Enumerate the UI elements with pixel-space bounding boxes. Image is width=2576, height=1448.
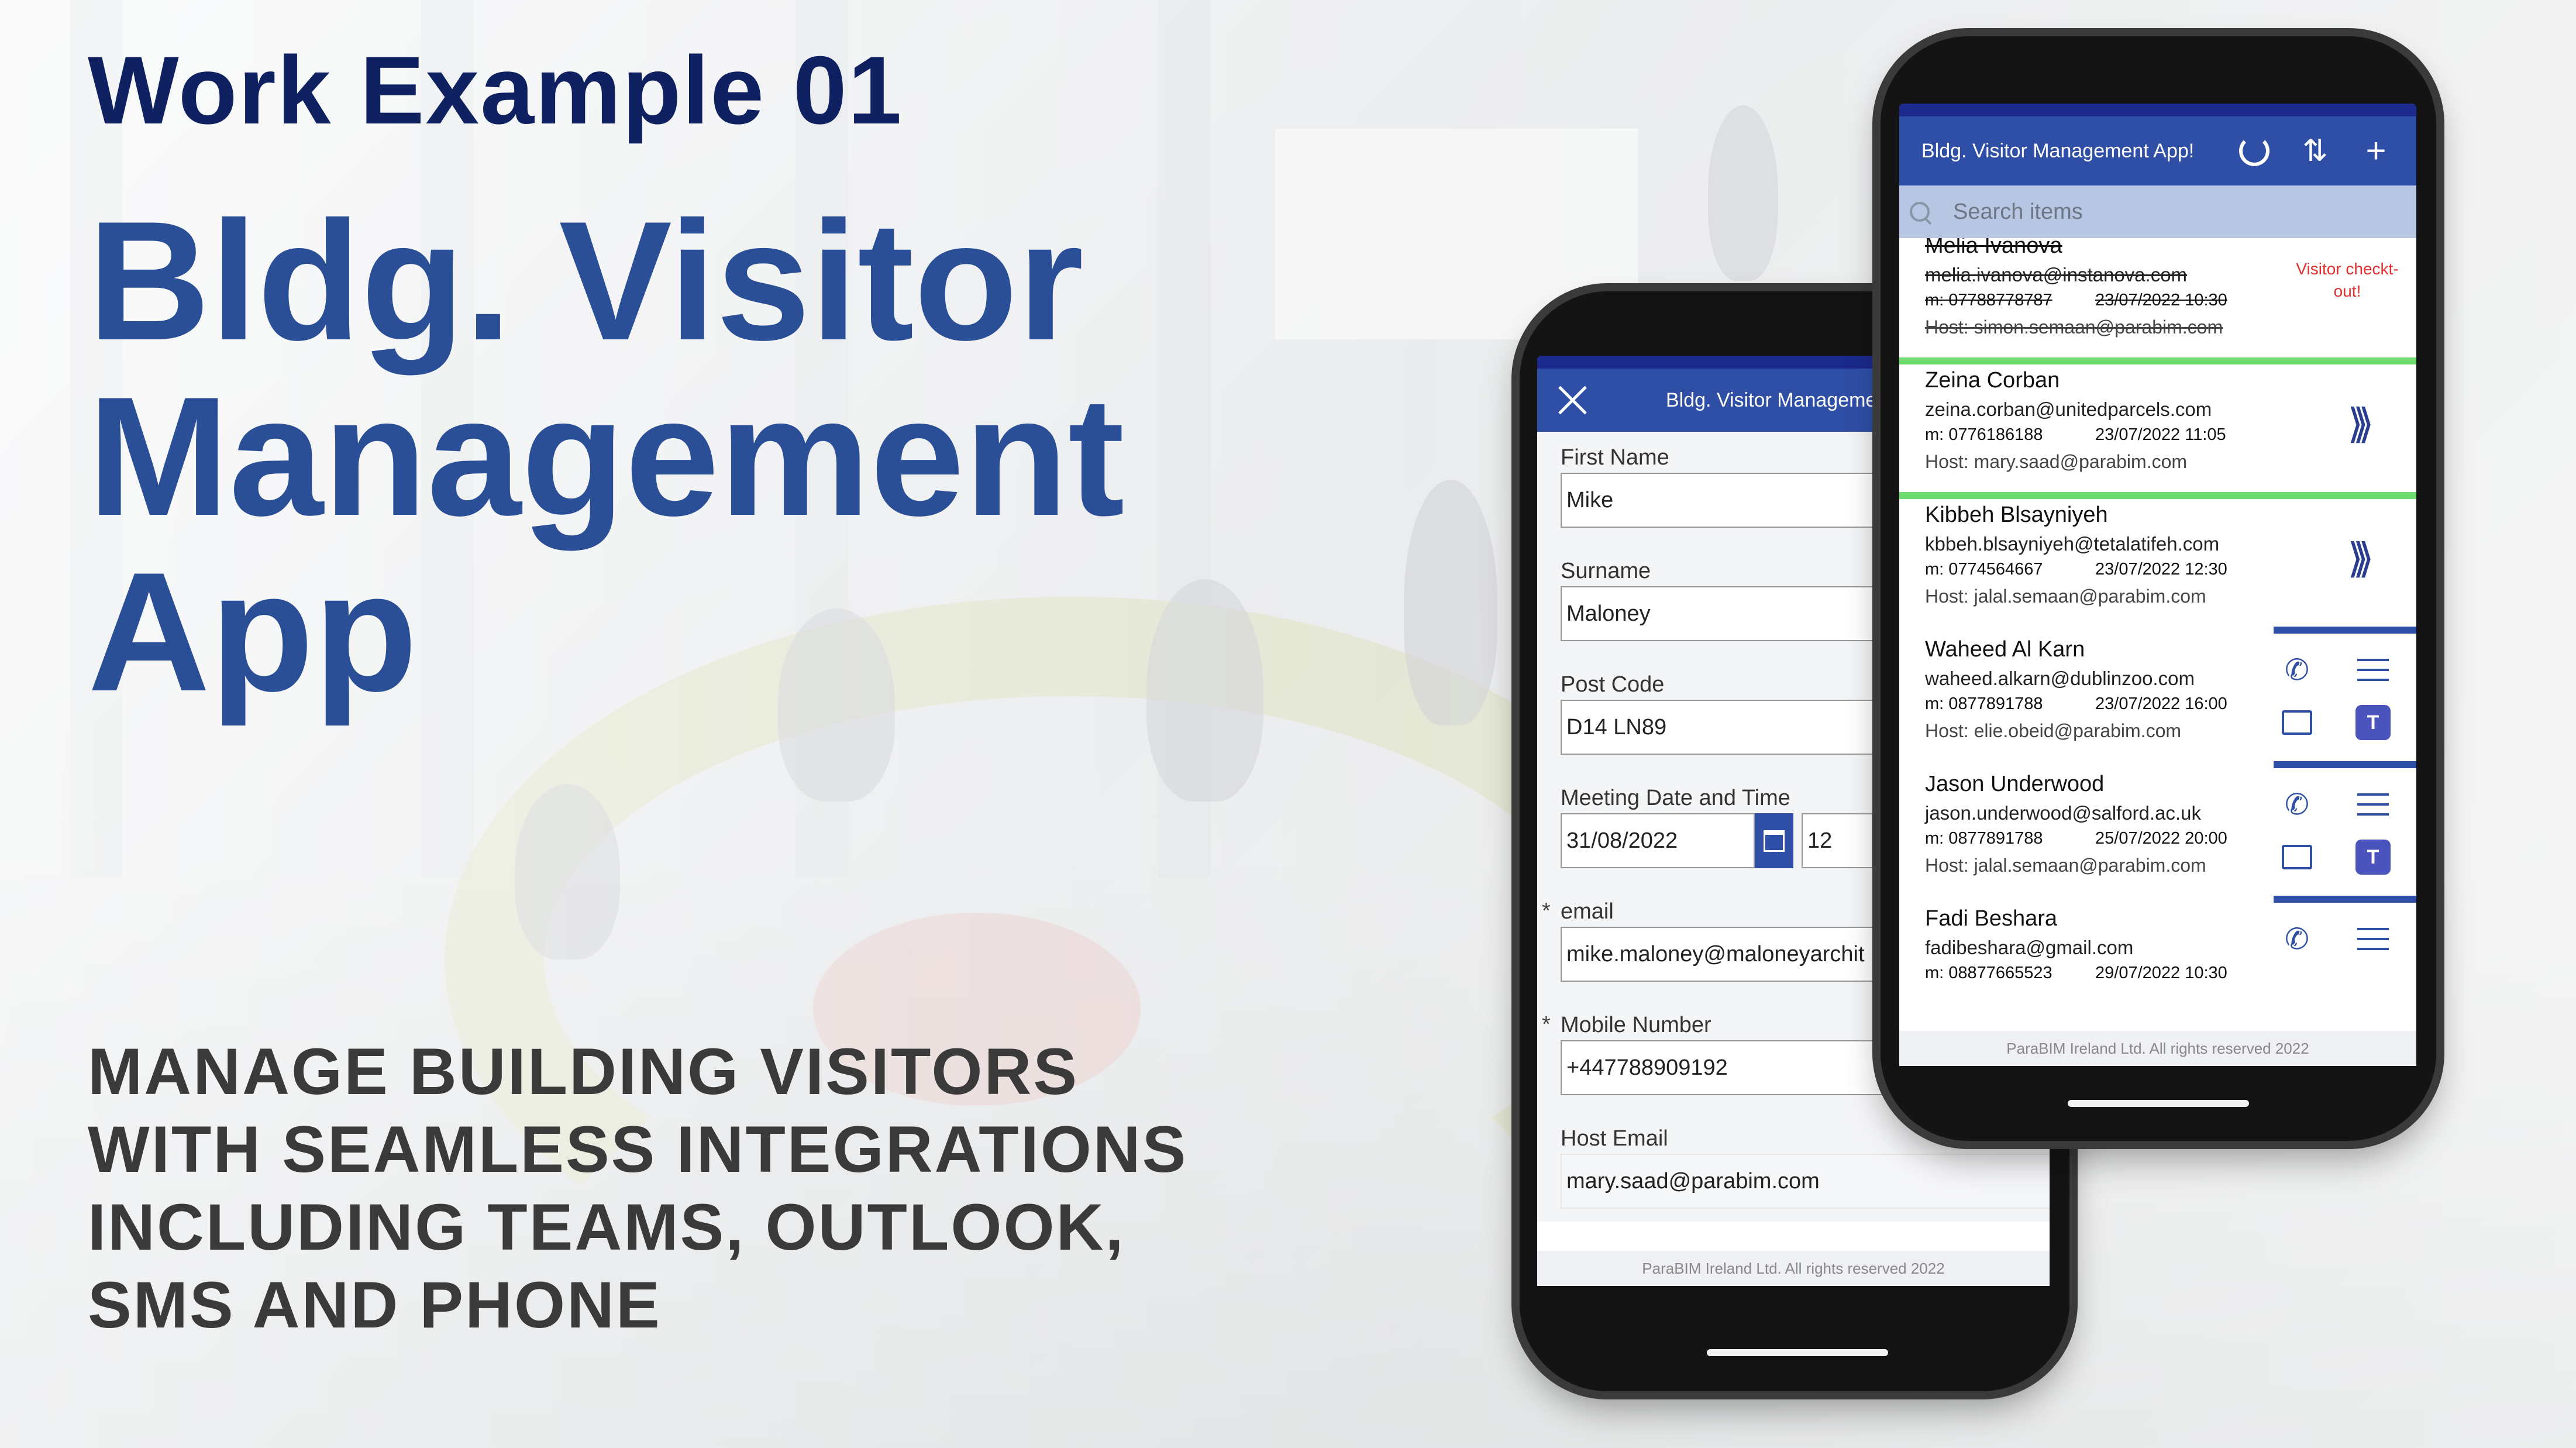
- status-bar-expected: [2274, 896, 2416, 903]
- visitor-mobile: m: 0877891788: [1925, 829, 2043, 848]
- status-bar-checked-in: [1899, 357, 2416, 364]
- host-email-input[interactable]: mary.saad@parabim.com: [1561, 1154, 2050, 1209]
- visitor-name: Melia Ivanova: [1925, 238, 2062, 258]
- visitor-email: fadibeshara@gmail.com: [1925, 937, 2134, 958]
- chevron-right-icon[interactable]: ⟩⟩⟩: [2347, 534, 2374, 582]
- phone-icon[interactable]: ✆: [2279, 652, 2315, 687]
- list-item[interactable]: Jason Underwood jason.underwood@salford.…: [1899, 761, 2416, 896]
- visitor-name: Kibbeh Blsayniyeh: [1925, 503, 2108, 527]
- phone-list-mockup: Bldg. Visitor Management App! ⇅ + Search…: [1881, 36, 2436, 1141]
- search-bar[interactable]: Search items: [1899, 185, 2416, 238]
- search-input[interactable]: Search items: [1953, 200, 2083, 225]
- list-item[interactable]: Melia Ivanova melia.ivanova@instanova.co…: [1899, 238, 2416, 357]
- chat-icon[interactable]: [2279, 840, 2315, 875]
- list-item[interactable]: Waheed Al Karn waheed.alkarn@dublinzoo.c…: [1899, 627, 2416, 761]
- host-email: Host: jalal.semaan@parabim.com: [1925, 586, 2206, 607]
- add-icon[interactable]: +: [2355, 130, 2396, 171]
- list-footer: ParaBIM Ireland Ltd. All rights reserved…: [1899, 1031, 2416, 1066]
- menu-icon[interactable]: [2355, 787, 2391, 822]
- visitor-email: jason.underwood@salford.ac.uk: [1925, 802, 2201, 824]
- calendar-icon[interactable]: [1755, 813, 1793, 868]
- visit-datetime: 23/07/2022 11:05: [2095, 425, 2226, 444]
- visit-datetime: 25/07/2022 20:00: [2095, 829, 2227, 848]
- visitor-email: melia.ivanova@instanova.com: [1925, 264, 2188, 286]
- teams-icon[interactable]: T: [2355, 840, 2391, 875]
- chevron-right-icon[interactable]: ⟩⟩⟩: [2347, 400, 2374, 448]
- host-email: Host: mary.saad@parabim.com: [1925, 451, 2188, 472]
- tagline-line: SMS AND PHONE: [88, 1268, 662, 1342]
- phone-icon[interactable]: ✆: [2279, 921, 2315, 957]
- list-screen: Bldg. Visitor Management App! ⇅ + Search…: [1899, 104, 2416, 1066]
- visitor-name: Waheed Al Karn: [1925, 637, 2085, 662]
- visitor-name: Zeina Corban: [1925, 368, 2060, 393]
- search-icon: [1910, 202, 1930, 222]
- visit-datetime: 23/07/2022 12:30: [2095, 560, 2227, 579]
- visitor-name: Fadi Beshara: [1925, 906, 2058, 931]
- menu-icon[interactable]: [2355, 652, 2391, 687]
- status-bar-expected: [2274, 627, 2416, 634]
- form-footer: ParaBIM Ireland Ltd. All rights reserved…: [1537, 1251, 2050, 1286]
- visitor-email: kbbeh.blsayniyeh@tetalatifeh.com: [1925, 533, 2220, 555]
- meeting-date-input[interactable]: 31/08/2022: [1561, 813, 1755, 868]
- required-marker: *: [1542, 899, 1551, 923]
- sort-icon[interactable]: ⇅: [2295, 130, 2336, 171]
- app-title: Bldg. Visitor Management App: [88, 193, 1199, 720]
- list-item[interactable]: Zeina Corban zeina.corban@unitedparcels.…: [1899, 357, 2416, 492]
- visit-datetime: 23/07/2022 16:00: [2095, 694, 2227, 713]
- visitor-email: waheed.alkarn@dublinzoo.com: [1925, 668, 2195, 689]
- meeting-hour-select[interactable]: 12: [1802, 813, 1873, 868]
- host-email: Host: jalal.semaan@parabim.com: [1925, 855, 2206, 876]
- host-email: Host: elie.obeid@parabim.com: [1925, 720, 2182, 741]
- app-title-line: Bldg. Visitor: [88, 186, 1084, 376]
- status-bar-checked-in: [1899, 492, 2416, 499]
- host-email: Host: simon.semaan@parabim.com: [1925, 317, 2223, 338]
- visitor-mobile: m: 07788778787: [1925, 291, 2052, 309]
- visitor-name: Jason Underwood: [1925, 772, 2105, 796]
- visit-datetime: 23/07/2022 10:30: [2095, 291, 2227, 309]
- required-marker: *: [1542, 1012, 1551, 1037]
- menu-icon[interactable]: [2355, 921, 2391, 957]
- tagline-line: INCLUDING TEAMS, OUTLOOK,: [88, 1191, 1125, 1264]
- list-item[interactable]: Fadi Beshara fadibeshara@gmail.com m: 08…: [1899, 896, 2416, 993]
- home-indicator: [2068, 1100, 2249, 1107]
- visitor-mobile: m: 08877665523: [1925, 964, 2052, 982]
- chat-icon[interactable]: [2279, 705, 2315, 740]
- status-bar-expected: [2274, 761, 2416, 768]
- visitor-mobile: m: 0877891788: [1925, 694, 2043, 713]
- form-title: Bldg. Visitor Management: [1666, 388, 1893, 411]
- visit-datetime: 29/07/2022 10:30: [2095, 964, 2227, 982]
- teams-icon[interactable]: T: [2355, 705, 2391, 740]
- status-strip: [1899, 104, 2416, 116]
- checked-out-badge: Visitor checkt-out!: [2296, 260, 2399, 300]
- tagline-line: WITH SEAMLESS INTEGRATIONS: [88, 1113, 1188, 1186]
- home-indicator: [1707, 1349, 1888, 1356]
- phone-icon[interactable]: ✆: [2279, 787, 2315, 822]
- close-icon[interactable]: [1555, 383, 1590, 418]
- list-header: Bldg. Visitor Management App! ⇅ +: [1899, 104, 2416, 185]
- work-example-label: Work Example 01: [88, 36, 903, 144]
- refresh-icon[interactable]: [2234, 130, 2275, 171]
- list-item[interactable]: Kibbeh Blsayniyeh kbbeh.blsayniyeh@tetal…: [1899, 492, 2416, 627]
- tagline-line: MANAGE BUILDING VISITORS: [88, 1035, 1079, 1108]
- visitor-mobile: m: 0776186188: [1925, 425, 2043, 444]
- app-title-line: App: [88, 537, 418, 727]
- tagline: MANAGE BUILDING VISITORS WITH SEAMLESS I…: [88, 1033, 1375, 1344]
- app-title-line: Management: [88, 362, 1125, 551]
- visitor-list: Melia Ivanova melia.ivanova@instanova.co…: [1899, 238, 2416, 993]
- list-title: Bldg. Visitor Management App!: [1921, 139, 2195, 162]
- visitor-mobile: m: 0774564667: [1925, 560, 2043, 579]
- visitor-email: zeina.corban@unitedparcels.com: [1925, 398, 2212, 420]
